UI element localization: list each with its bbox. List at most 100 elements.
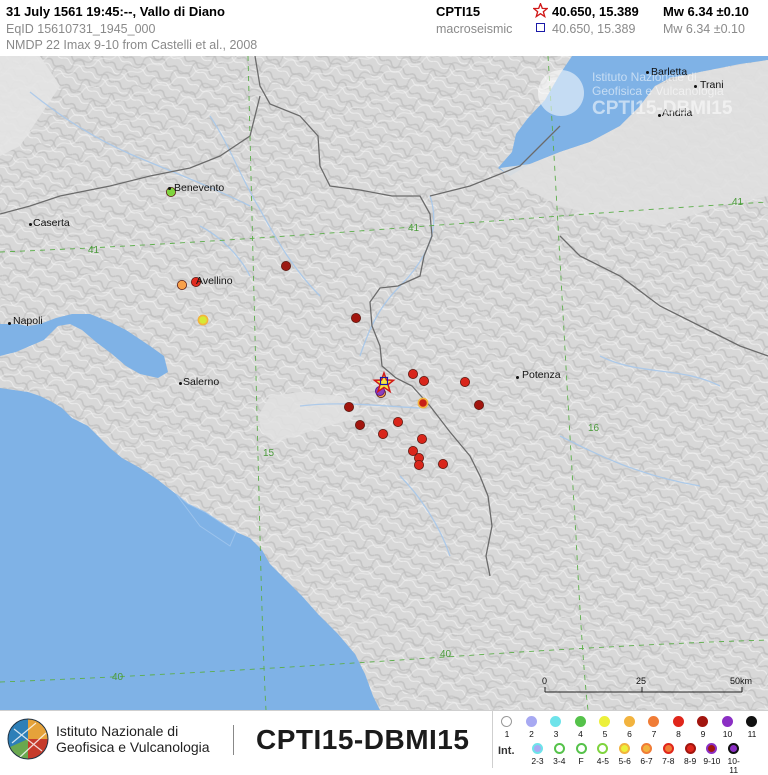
grid-label-lat: 41	[732, 197, 744, 208]
legend-ring-label: 3-4	[553, 756, 566, 766]
legend-ring-label: 9-10	[703, 756, 721, 766]
watermark-line2: Geofisica e Vulcanologia	[592, 84, 724, 98]
legend-swatch	[746, 716, 757, 727]
legend-ring-swatch	[641, 743, 652, 754]
map-canvas	[0, 56, 768, 710]
intensity-point[interactable]	[416, 433, 427, 444]
legend-ring-swatch	[532, 743, 543, 754]
legend-label: 4	[578, 729, 583, 739]
catalogue-name: CPTI15	[436, 4, 481, 19]
legend-label: 8	[676, 729, 681, 739]
epicenter-star-icon	[533, 3, 548, 18]
intensity-point[interactable]	[459, 376, 470, 387]
footer-bar: Istituto Nazionale di Geofisica e Vulcan…	[0, 710, 768, 775]
place-potenza: Potenza	[522, 369, 561, 381]
legend-ring-swatch	[553, 743, 565, 754]
legend-ring-label: 4-5	[596, 756, 610, 766]
intensity-point[interactable]	[176, 279, 187, 290]
event-title: 31 July 1561 19:45:--, Vallo di Diano	[6, 4, 225, 19]
intensity-point[interactable]	[343, 401, 354, 412]
intensity-point[interactable]	[280, 260, 291, 271]
place-avellino: Avellino	[196, 275, 233, 287]
watermark-line3: CPTI15-DBMI15	[592, 98, 733, 119]
legend-label: 5	[602, 729, 608, 739]
intensity-point[interactable]	[392, 416, 403, 427]
legend-swatch	[550, 716, 561, 727]
legend-swatch	[697, 716, 708, 727]
epicenter-coordinates: 40.650, 15.389	[552, 4, 639, 19]
legend-ring-label: 2-3	[531, 756, 544, 766]
intensity-point[interactable]	[407, 368, 418, 379]
place-salerno: Salerno	[183, 376, 220, 388]
legend-swatch	[721, 716, 733, 727]
legend-ring-swatch	[597, 743, 609, 754]
database-name: CPTI15-DBMI15	[256, 724, 470, 755]
legend-label: 9	[700, 729, 706, 739]
legend-label: 7	[651, 729, 657, 739]
legend-label: 1	[504, 729, 510, 739]
legend-label: 6	[627, 729, 632, 739]
city-dot	[516, 376, 519, 379]
magnitude: Mw 6.34 ±0.10	[663, 4, 749, 19]
scale-label-25: 25	[636, 676, 647, 686]
magnitude-macro: Mw 6.34 ±0.10	[663, 22, 745, 36]
legend-ring-swatch	[684, 743, 696, 754]
intensity-point[interactable]	[437, 458, 448, 469]
footer-divider	[233, 725, 234, 755]
place-caserta: Caserta	[33, 217, 70, 229]
event-id: EqID 15610731_1945_000	[6, 22, 156, 36]
grid-label-lon: 15	[263, 448, 275, 459]
intensity-point[interactable]	[407, 445, 418, 456]
legend-ring-label: F	[578, 756, 584, 766]
legend-int-label: Int.	[498, 745, 515, 757]
intensity-point[interactable]	[418, 375, 429, 386]
macroseismic-square-icon	[536, 23, 545, 32]
legend-label: 2	[529, 729, 534, 739]
legend-swatch	[574, 716, 586, 727]
intensity-point[interactable]	[413, 459, 424, 470]
legend-ring-swatch	[619, 743, 631, 754]
legend-ring-label: 10-11	[727, 756, 740, 775]
legend-ring-label: 7-8	[662, 756, 675, 766]
institute-name-line2: Geofisica e Vulcanologia	[56, 739, 210, 755]
legend-swatch	[672, 716, 684, 727]
seismic-map[interactable]: Benevento Caserta Avellino Napoli Salern…	[0, 56, 768, 710]
legend-ring-swatch	[662, 743, 674, 754]
grid-label-lon: 16	[588, 423, 600, 434]
intensity-point[interactable]	[354, 419, 365, 430]
ingv-globe-logo-icon	[7, 718, 49, 760]
legend-label: 3	[553, 729, 559, 739]
place-benevento: Benevento	[174, 182, 225, 194]
scale-label-0: 0	[542, 676, 548, 686]
event-nmdp: NMDP 22 Imax 9-10 from Castelli et al., …	[6, 38, 258, 52]
intensity-point[interactable]	[197, 314, 209, 326]
intensity-point[interactable]	[350, 312, 361, 323]
macroseismic-label: macroseismic	[436, 22, 513, 36]
institute-name-line1: Istituto Nazionale di	[56, 723, 179, 739]
grid-label-lat: 40	[440, 649, 452, 660]
legend-ring-swatch	[728, 743, 740, 754]
intensity-point[interactable]	[473, 399, 484, 410]
legend-label: 11	[747, 729, 757, 739]
watermark-logo-icon	[538, 70, 584, 116]
legend-swatch	[623, 716, 635, 727]
legend-swatch	[648, 716, 659, 727]
legend-label: 10	[722, 729, 733, 739]
city-dot	[29, 223, 32, 226]
macro-coordinates: 40.650, 15.389	[552, 22, 636, 36]
intensity-point[interactable]	[377, 428, 388, 439]
scale-label-50: 50km	[730, 676, 753, 686]
intensity-point[interactable]	[417, 397, 429, 409]
legend-ring-swatch	[575, 743, 587, 754]
city-dot	[168, 187, 171, 190]
legend-swatch	[599, 716, 610, 727]
legend-swatch	[525, 716, 537, 727]
header-bar: 31 July 1561 19:45:--, Vallo di Diano Eq…	[0, 0, 768, 56]
scale-bar-labels: 0 25 50km	[542, 676, 752, 696]
grid-label-lat: 41	[408, 223, 420, 234]
grid-label-lat: 41	[88, 245, 100, 256]
city-dot	[179, 382, 182, 385]
legend-ring-label: 8-9	[683, 756, 697, 766]
legend-swatch	[501, 716, 512, 727]
watermark: Istituto Nazionale di Geofisica e Vulcan…	[538, 68, 758, 128]
